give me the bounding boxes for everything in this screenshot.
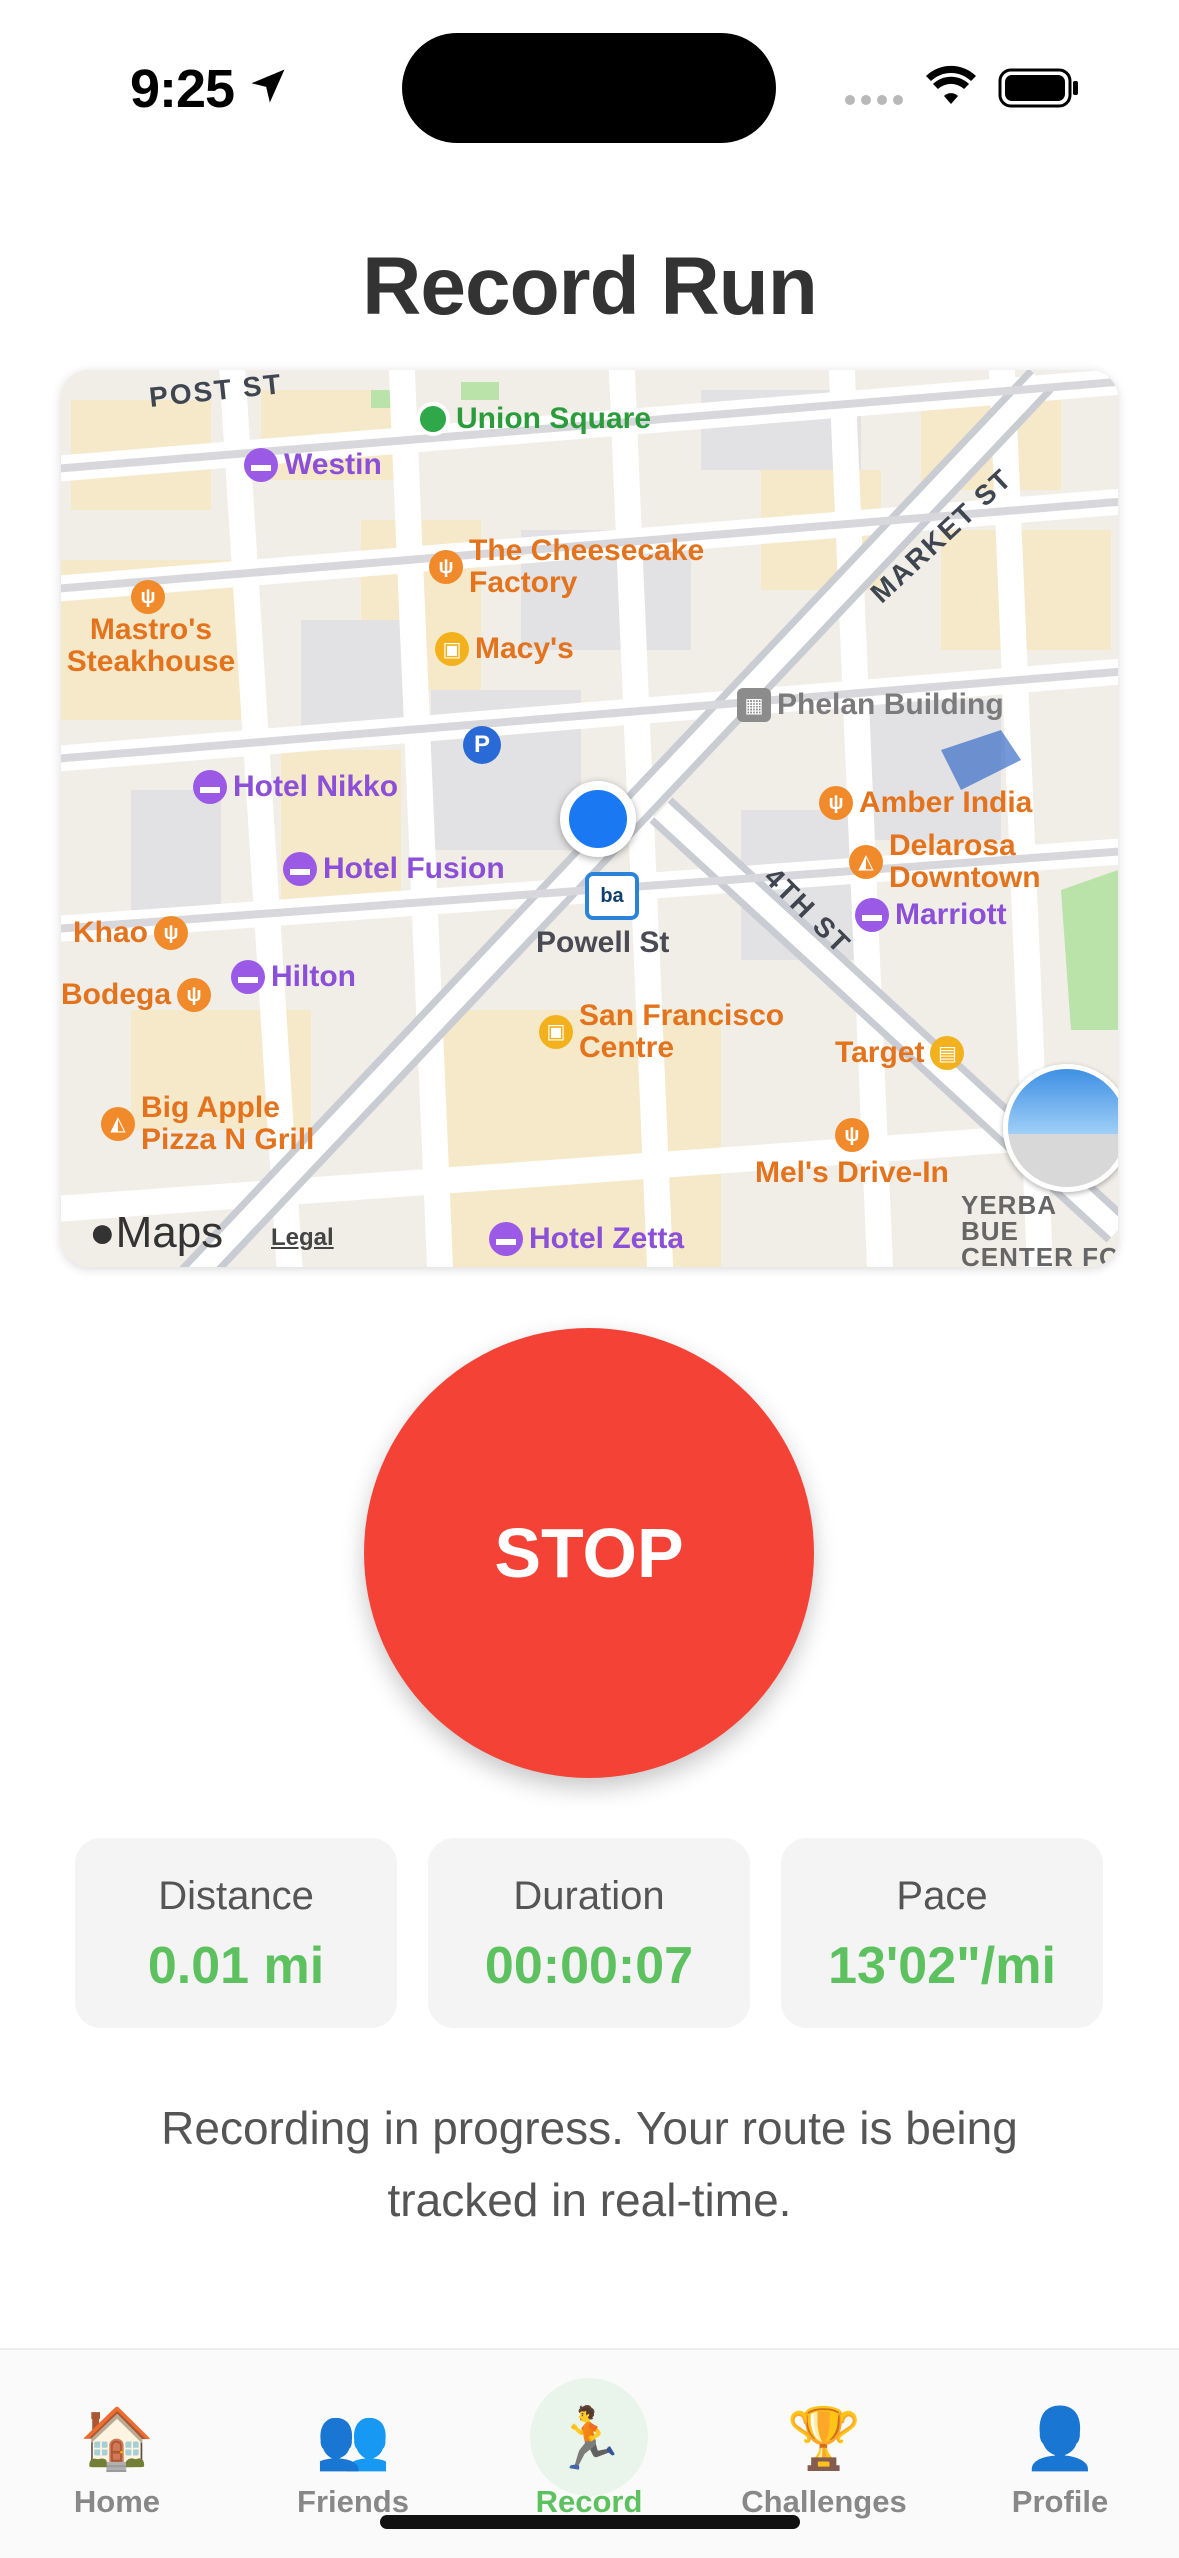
- stat-card-pace: Pace 13'02"/mi: [781, 1838, 1103, 2028]
- poi-delarosa[interactable]: ◭ Delarosa Downtown: [849, 830, 1079, 894]
- tab-label: Profile: [1011, 2484, 1109, 2519]
- poi-big-apple[interactable]: ◭ Big Apple Pizza N Grill: [101, 1092, 341, 1156]
- recording-status-message: Recording in progress. Your route is bei…: [161, 2102, 1018, 2226]
- bed-icon: ▬: [489, 1222, 523, 1256]
- bed-icon: ▬: [244, 448, 278, 482]
- poi-yerba-buena: YERBA BUE CENTER FO THE ART: [961, 1190, 1118, 1267]
- building-icon: ▦: [737, 688, 771, 722]
- legal-link[interactable]: Legal: [271, 1224, 334, 1252]
- runner-icon: 🏃: [551, 2405, 627, 2472]
- poi-amber-india[interactable]: ψ Amber India: [819, 786, 1032, 820]
- fork-knife-icon: ψ: [131, 580, 165, 614]
- stat-card-distance: Distance 0.01 mi: [75, 1838, 397, 2028]
- shopping-bag-icon: ▣: [539, 1015, 573, 1049]
- cellular-signal-icon: [845, 95, 903, 105]
- poi-zetta[interactable]: ▬ Hotel Zetta: [489, 1222, 684, 1256]
- poi-marriott[interactable]: ▬ Marriott: [855, 898, 1007, 932]
- poi-target[interactable]: ▤ Target: [835, 1036, 965, 1070]
- stat-value: 00:00:07: [484, 1937, 694, 1995]
- page-title: Record Run: [362, 241, 818, 332]
- tab-profile[interactable]: 👤 Profile: [960, 2350, 1160, 2558]
- transit-station-label[interactable]: Powell St: [536, 926, 669, 960]
- tab-home[interactable]: 🏠 Home: [17, 2350, 217, 2558]
- bed-icon: ▬: [855, 898, 889, 932]
- current-location-dot: [560, 781, 636, 857]
- house-icon: 🏠: [79, 2405, 155, 2472]
- bed-icon: ▬: [283, 852, 317, 886]
- poi-fusion[interactable]: ▬ Hotel Fusion: [283, 852, 505, 886]
- poi-mels[interactable]: ψ Mel's Drive-In: [755, 1118, 949, 1190]
- poi-sf-centre[interactable]: ▣ San Francisco Centre: [539, 1000, 809, 1064]
- people-icon: 👥: [315, 2405, 391, 2472]
- stat-label: Duration: [513, 1874, 665, 1918]
- home-indicator[interactable]: [380, 2515, 800, 2529]
- poi-macys[interactable]: ▣ Macy's: [435, 632, 574, 666]
- fork-knife-icon: ψ: [834, 1118, 869, 1152]
- poi-cheesecake[interactable]: ψ The Cheesecake Factory: [429, 535, 739, 599]
- apple-maps-logo: ●Maps: [89, 1208, 224, 1257]
- park-icon: [416, 402, 450, 436]
- stat-value: 0.01 mi: [147, 1937, 325, 1995]
- battery-icon: [998, 68, 1078, 108]
- poi-westin[interactable]: ▬ Westin: [244, 448, 382, 482]
- stat-label: Pace: [896, 1874, 988, 1918]
- dynamic-island: [402, 33, 776, 143]
- cart-icon: ▤: [930, 1036, 965, 1070]
- trophy-icon: 🏆: [786, 2405, 862, 2472]
- stat-label: Distance: [158, 1874, 314, 1918]
- apple-icon: ●: [89, 1208, 116, 1257]
- stop-button[interactable]: STOP: [364, 1328, 814, 1778]
- wifi-icon: [926, 65, 976, 104]
- parking-icon[interactable]: P: [463, 726, 501, 764]
- fork-knife-icon: ψ: [154, 916, 188, 950]
- bed-icon: ▬: [231, 960, 265, 994]
- tab-label: Home: [73, 2484, 161, 2519]
- pizza-icon: ◭: [849, 845, 883, 879]
- poi-bodega[interactable]: ψ Bodega: [61, 978, 212, 1012]
- poi-union-square[interactable]: Union Square: [416, 402, 651, 436]
- poi-phelan[interactable]: ▦ Phelan Building: [737, 688, 1004, 722]
- stat-value: 13'02"/mi: [828, 1937, 1056, 1995]
- pizza-icon: ◭: [101, 1107, 135, 1141]
- shopping-bag-icon: ▣: [435, 632, 469, 666]
- bed-icon: ▬: [193, 770, 227, 804]
- fork-knife-icon: ψ: [819, 786, 853, 820]
- person-icon: 👤: [1022, 2405, 1098, 2472]
- route-map[interactable]: POST ST MARKET ST 4TH ST Union Square ▬ W…: [61, 370, 1118, 1267]
- bart-station-icon[interactable]: ba: [585, 872, 639, 920]
- poi-hilton[interactable]: ▬ Hilton: [231, 960, 356, 994]
- status-time: 9:25: [130, 59, 235, 119]
- fork-knife-icon: ψ: [429, 550, 463, 584]
- fork-knife-icon: ψ: [177, 978, 212, 1012]
- location-arrow-icon: [251, 69, 285, 103]
- stat-card-duration: Duration 00:00:07: [428, 1838, 750, 2028]
- poi-khao[interactable]: ψ Khao: [73, 916, 188, 950]
- poi-nikko[interactable]: ▬ Hotel Nikko: [193, 770, 398, 804]
- poi-mastros[interactable]: ψ Mastro's Steakhouse: [61, 580, 251, 678]
